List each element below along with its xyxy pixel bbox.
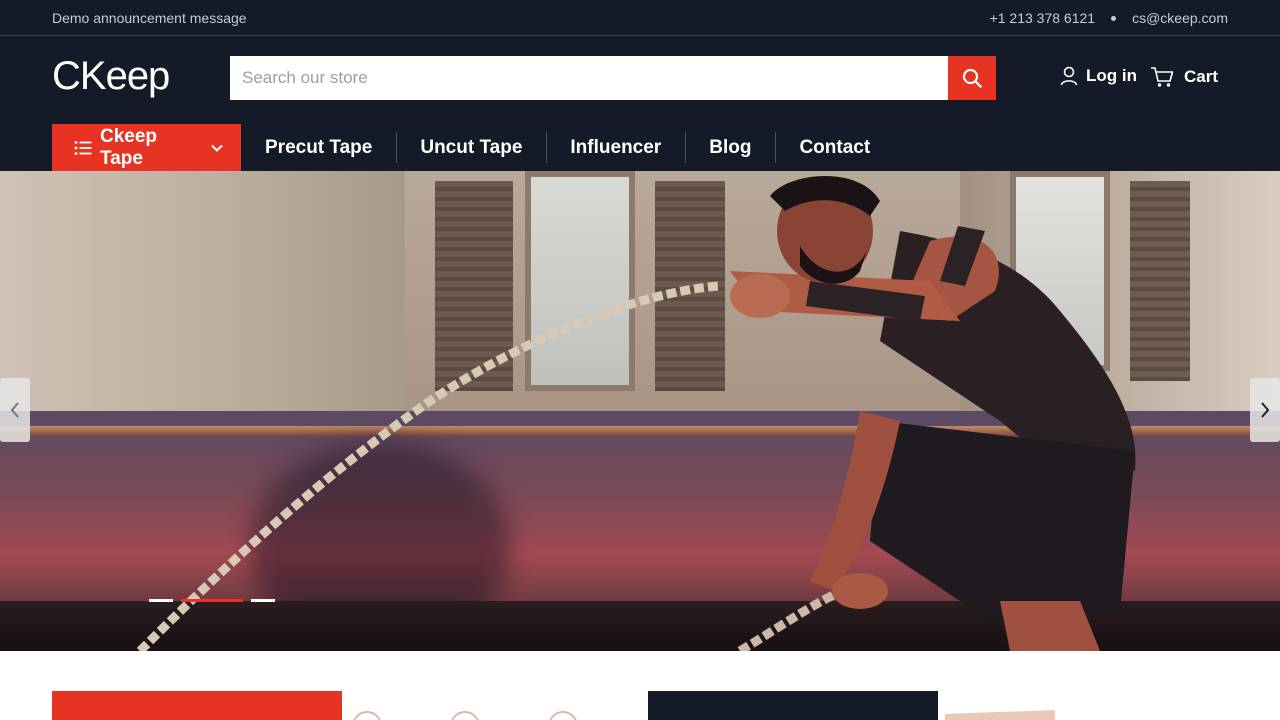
feature-icon xyxy=(352,711,382,720)
nav-item-contact[interactable]: Contact xyxy=(775,124,894,171)
phone-link[interactable]: +1 213 378 6121 xyxy=(990,10,1096,26)
cart-icon xyxy=(1151,67,1174,87)
announcement-bar: Demo announcement message +1 213 378 612… xyxy=(0,0,1280,36)
slider-dot[interactable] xyxy=(149,599,173,602)
slider-dot-active[interactable] xyxy=(181,599,243,602)
search-form xyxy=(230,56,996,100)
nav-ckeep-tape-dropdown[interactable]: Ckeep Tape xyxy=(52,124,241,171)
chevron-right-icon xyxy=(1261,402,1270,418)
list-icon xyxy=(74,140,92,156)
nav-item-precut-tape[interactable]: Precut Tape xyxy=(241,124,396,171)
site-header: CKeep Log in Cart xyxy=(0,36,1280,171)
hero-athlete-image xyxy=(136,176,1136,651)
login-link[interactable]: Log in xyxy=(1060,66,1137,86)
user-icon xyxy=(1060,66,1078,86)
main-nav: Ckeep Tape Precut Tape Uncut Tape Influe… xyxy=(52,124,894,171)
nav-item-uncut-tape[interactable]: Uncut Tape xyxy=(396,124,546,171)
search-button[interactable] xyxy=(948,56,996,100)
chevron-left-icon xyxy=(10,402,19,418)
slider-next-button[interactable] xyxy=(1250,378,1280,442)
email-link[interactable]: cs@ckeep.com xyxy=(1132,10,1228,26)
announcement-text: Demo announcement message xyxy=(52,10,247,26)
slider-pagination xyxy=(149,599,283,602)
search-icon xyxy=(962,68,982,88)
slider-prev-button[interactable] xyxy=(0,378,30,442)
chevron-down-icon xyxy=(211,144,223,152)
site-logo[interactable]: CKeep xyxy=(52,54,170,99)
contact-info: +1 213 378 6121 cs@ckeep.com xyxy=(990,10,1228,26)
feature-icon xyxy=(450,711,480,720)
feature-icon xyxy=(548,711,578,720)
promo-banner-red[interactable] xyxy=(52,691,342,720)
cart-link[interactable]: Cart xyxy=(1150,66,1218,88)
nav-item-blog[interactable]: Blog xyxy=(685,124,775,171)
cart-label: Cart xyxy=(1184,67,1219,86)
hero-slider[interactable] xyxy=(0,171,1280,651)
login-label: Log in xyxy=(1086,66,1137,85)
nav-item-influencer[interactable]: Influencer xyxy=(546,124,685,171)
search-input[interactable] xyxy=(230,56,948,100)
slider-dot[interactable] xyxy=(251,599,275,602)
promo-banner-dark[interactable] xyxy=(648,691,938,720)
separator-dot xyxy=(1111,15,1117,21)
product-image xyxy=(944,710,1056,720)
nav-primary-label: Ckeep Tape xyxy=(100,125,158,169)
